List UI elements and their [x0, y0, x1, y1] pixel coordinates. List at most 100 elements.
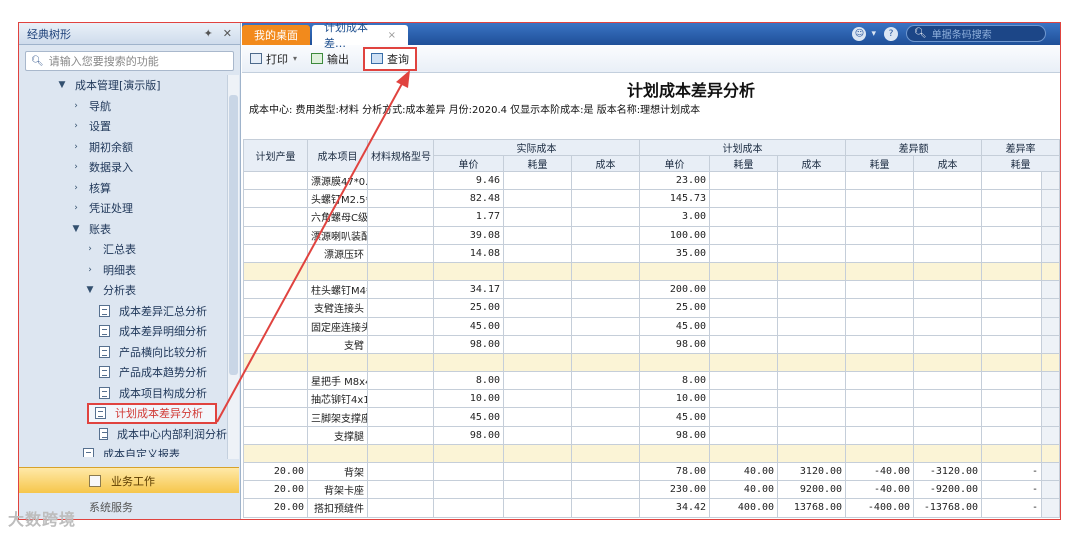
table-scrollbar-segment[interactable]	[1041, 225, 1060, 245]
cell-d-cost	[913, 443, 983, 464]
barcode-search-input[interactable]: 🔍︎ 单据条码搜索	[906, 25, 1046, 42]
table-row[interactable]: 支臂 98.00 98.00	[243, 334, 1060, 354]
tree-item[interactable]: › 设置	[19, 116, 227, 137]
table-scrollbar-segment[interactable]	[1041, 207, 1060, 227]
table-row[interactable]: 头螺钉M2.5*6 82.48 145.73	[243, 189, 1060, 209]
help-icon[interactable]: ?	[884, 26, 898, 41]
tree-item[interactable]: 成本差异汇总分析	[19, 301, 227, 322]
chevron-right-icon[interactable]: ›	[69, 162, 83, 172]
table-scrollbar-segment[interactable]	[1041, 425, 1060, 445]
tree-item[interactable]: ▼ 成本管理[演示版]	[19, 75, 227, 96]
cell-d-cost	[913, 280, 983, 300]
tree-item[interactable]: 成本差异明细分析	[19, 321, 227, 342]
chevron-right-icon[interactable]: ›	[83, 244, 97, 254]
business-work-icon	[89, 474, 101, 487]
function-search-input[interactable]: 🔍︎ 请输入您要搜索的功能	[25, 51, 234, 71]
tree-item[interactable]: › 明细表	[19, 260, 227, 281]
table-scrollbar-segment[interactable]	[1041, 461, 1060, 482]
table-row[interactable]: 柱头螺钉M4*8 34.17 200.00	[243, 280, 1060, 300]
table-scrollbar-segment[interactable]	[1041, 352, 1060, 373]
table-scrollbar-segment[interactable]	[1041, 407, 1060, 427]
tree-item[interactable]: ▼ 分析表	[19, 280, 227, 301]
cell-p-cost	[777, 407, 847, 427]
tree-item[interactable]: 产品横向比较分析	[19, 342, 227, 363]
chevron-right-icon[interactable]: ›	[69, 183, 83, 193]
tree-scrollbar-thumb[interactable]	[229, 95, 238, 375]
table-row[interactable]: 六角螺母C级M6 1.77 3.00	[243, 207, 1060, 227]
cell-d-use	[845, 316, 915, 336]
cell-item: 固定座连接头	[307, 316, 368, 336]
table-scrollbar-segment[interactable]	[1041, 280, 1060, 300]
cell-p-price: 200.00	[639, 280, 711, 300]
tree-item[interactable]: ▼ 账表	[19, 219, 227, 240]
table-scrollbar-segment[interactable]	[1041, 389, 1060, 409]
export-button[interactable]: 输出	[311, 51, 349, 67]
table-row[interactable]: 抽芯铆钉4x10 10.00 10.00	[243, 389, 1060, 409]
cell-r-use	[981, 407, 1043, 427]
user-face-icon[interactable]: ☺	[852, 26, 867, 41]
table-scrollbar-segment[interactable]	[1041, 189, 1060, 209]
table-scrollbar-segment[interactable]	[1041, 261, 1060, 282]
table-row[interactable]: 三脚架支撑座 45.00 45.00	[243, 407, 1060, 427]
tree-item[interactable]: 成本自定义报表	[19, 444, 227, 457]
expand-down-icon[interactable]: ▼	[69, 224, 83, 234]
table-row[interactable]: 20.00 搭扣预缝件 34.42 400.00 13768.00 -400.00 -137…	[243, 498, 1060, 518]
print-dropdown-arrow-icon[interactable]: ▾	[293, 54, 297, 63]
business-work-button[interactable]: 业务工作	[19, 467, 239, 493]
group-separator-row[interactable]	[243, 352, 1060, 373]
table-scrollbar-segment[interactable]	[1041, 443, 1060, 464]
table-row[interactable]: 漂源膜47*0.1 9.46 23.00	[243, 170, 1060, 191]
table-row[interactable]: 漂源喇叭装配 39.08 100.00	[243, 225, 1060, 245]
tab-my-desktop[interactable]: 我的桌面	[242, 25, 310, 45]
chevron-right-icon[interactable]: ›	[69, 121, 83, 131]
expand-down-icon[interactable]: ▼	[55, 80, 69, 90]
user-menu-arrow-icon[interactable]: ▾	[871, 29, 876, 39]
tree-item[interactable]: › 数据录入	[19, 157, 227, 178]
group-separator-row[interactable]	[243, 443, 1060, 464]
table-row[interactable]: 20.00 背架 78.00 40.00 3120.00 -40.00 -3120.00-	[243, 461, 1060, 482]
group-separator-row[interactable]	[243, 261, 1060, 282]
chevron-right-icon[interactable]: ›	[69, 142, 83, 152]
cell-a-use	[503, 461, 572, 482]
tree-item[interactable]: 成本中心内部利润分析	[19, 424, 227, 445]
table-scrollbar-segment[interactable]	[1041, 298, 1060, 318]
tab-close-icon[interactable]: ×	[388, 30, 396, 41]
print-button[interactable]: 打印 ▾	[250, 51, 297, 67]
table-row[interactable]: 支撑腿 98.00 98.00	[243, 425, 1060, 445]
expand-down-icon[interactable]: ▼	[83, 285, 97, 295]
table-row[interactable]: 20.00 背架卡座 230.00 40.00 9200.00 -40.00 -9200.0…	[243, 480, 1060, 500]
close-icon[interactable]: ✕	[223, 27, 232, 40]
table-scrollbar-segment[interactable]	[1041, 498, 1060, 518]
table-row[interactable]: 漂源压环 14.08 35.00	[243, 243, 1060, 263]
tree-item[interactable]: 计划成本差异分析	[87, 403, 217, 424]
tab-plan-cost-variance-label: 计划成本差…	[324, 22, 368, 50]
pin-icon[interactable]: ✦	[204, 27, 213, 40]
tree-item[interactable]: › 导航	[19, 96, 227, 117]
header-tools: ☺ ▾ ? 🔍︎ 单据条码搜索	[844, 25, 1046, 42]
table-scrollbar-segment[interactable]	[1041, 371, 1060, 391]
table-row[interactable]: 固定座连接头 45.00 45.00	[243, 316, 1060, 336]
tree-item[interactable]: › 凭证处理	[19, 198, 227, 219]
table-scrollbar-segment[interactable]	[1041, 480, 1060, 500]
tree-item[interactable]: › 核算	[19, 178, 227, 199]
cell-item: 头螺钉M2.5*6	[307, 189, 368, 209]
tree-item[interactable]: 产品成本趋势分析	[19, 362, 227, 383]
chevron-right-icon[interactable]: ›	[69, 101, 83, 111]
cell-a-use	[503, 425, 572, 445]
table-row[interactable]: 支臂连接头 25.00 25.00	[243, 298, 1060, 318]
tree-item[interactable]: 成本项目构成分析	[19, 383, 227, 404]
cell-d-use	[845, 371, 915, 391]
chevron-right-icon[interactable]: ›	[69, 203, 83, 213]
chevron-right-icon[interactable]: ›	[83, 265, 97, 275]
table-scrollbar-segment[interactable]	[1041, 170, 1060, 191]
table-scrollbar-segment[interactable]	[1041, 316, 1060, 336]
table-scrollbar-segment[interactable]	[1041, 334, 1060, 354]
cell-d-cost	[913, 389, 983, 409]
tree-item[interactable]: › 汇总表	[19, 239, 227, 260]
tab-plan-cost-variance[interactable]: 计划成本差… ×	[312, 23, 408, 50]
table-scrollbar-segment[interactable]	[1041, 243, 1060, 263]
tree-item[interactable]: › 期初余额	[19, 137, 227, 158]
table-row[interactable]: 星把手 M8x40 8.00 8.00	[243, 371, 1060, 391]
col-header-variance-rate: 差异率	[981, 139, 1060, 156]
tree-scrollbar[interactable]	[227, 75, 239, 459]
